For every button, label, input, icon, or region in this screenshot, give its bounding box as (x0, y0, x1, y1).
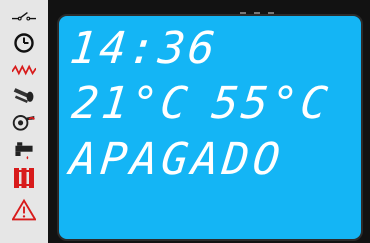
clock-icon (12, 33, 36, 53)
switch-icon (12, 6, 36, 26)
radiator-icon (12, 168, 36, 188)
temperature-readout-2: 55°C (209, 78, 333, 129)
warning-icon (12, 198, 36, 221)
faucet-icon (12, 140, 36, 160)
fan-burner-icon (12, 112, 36, 132)
heat-wave-icon (12, 60, 36, 80)
pipe-icon (12, 85, 36, 105)
temperature-readout-1: 21°C (69, 78, 193, 129)
status-readout: APAGADO (67, 134, 287, 185)
icon-sidebar (0, 0, 48, 243)
time-readout: 14:36 (67, 23, 221, 74)
top-indicator-strip (240, 0, 340, 15)
